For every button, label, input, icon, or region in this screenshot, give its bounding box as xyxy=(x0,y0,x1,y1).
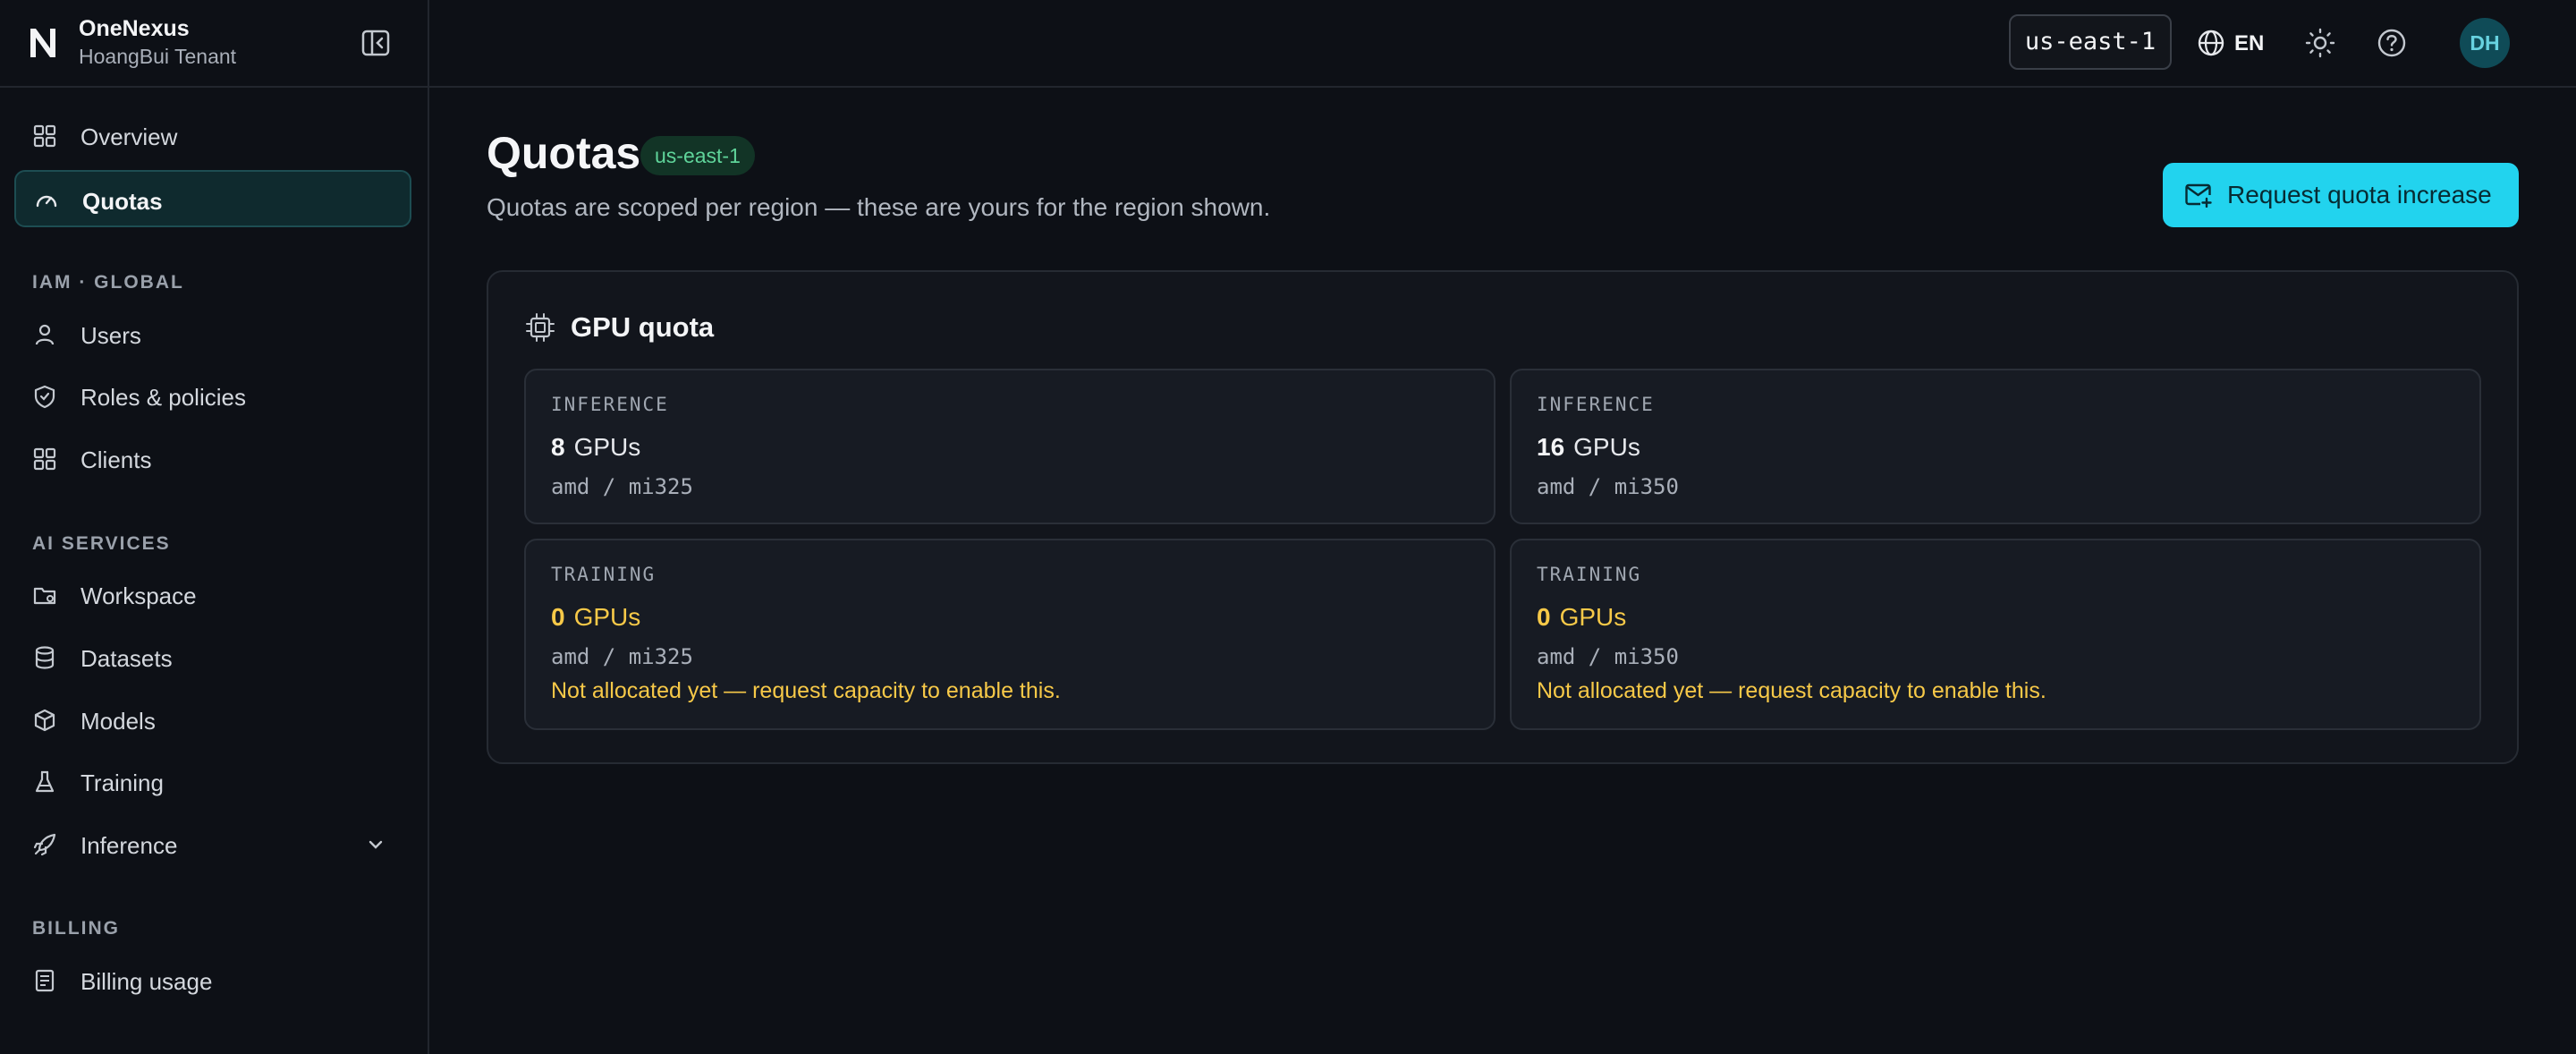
quota-kind: TRAINING xyxy=(551,564,657,585)
flask-icon xyxy=(35,770,55,793)
quota-model: amd / mi350 xyxy=(1537,644,1679,669)
sidebar-collapse-icon[interactable] xyxy=(360,27,392,59)
quota-count-unit: GPUs xyxy=(573,433,641,461)
gpu-quota-card: GPU quota INFERENCE 8 GPUs amd / mi325 IN… xyxy=(487,270,2519,764)
brand-logo-icon xyxy=(30,29,55,57)
sidebar-item-users[interactable]: Users xyxy=(14,306,411,363)
sidebar-item-overview[interactable]: Overview xyxy=(14,107,411,165)
quota-warning-note: Not allocated yet — request capacity to … xyxy=(1537,678,2046,703)
sidebar-item-label: Inference xyxy=(80,832,178,859)
quota-count-value: 16 xyxy=(1537,433,1565,461)
globe-icon xyxy=(2198,30,2224,56)
shield-icon xyxy=(34,385,55,409)
quota-count-unit: GPUs xyxy=(1573,433,1640,461)
sidebar-item-billing-usage[interactable]: Billing usage xyxy=(14,952,411,1009)
quota-count: 8 GPUs xyxy=(551,433,640,462)
tenant-name: HoangBui Tenant xyxy=(79,45,237,68)
sidebar-item-workspace[interactable]: Workspace xyxy=(14,566,411,624)
database-icon xyxy=(35,646,55,669)
quota-model: amd / mi350 xyxy=(1537,474,1679,499)
quota-model: amd / mi325 xyxy=(551,474,693,499)
brand-name: OneNexus xyxy=(79,16,190,41)
quota-inference-mi350: INFERENCE 16 GPUs amd / mi350 xyxy=(1510,369,2481,524)
quota-count: 16 GPUs xyxy=(1537,433,1640,462)
sidebar-item-label: Datasets xyxy=(80,645,173,672)
quota-count-unit: GPUs xyxy=(573,603,641,631)
sidebar-item-datasets[interactable]: Datasets xyxy=(14,629,411,686)
help-icon[interactable] xyxy=(2376,27,2408,59)
chip-icon xyxy=(526,313,555,342)
gauge-icon xyxy=(36,195,57,208)
sidebar-item-label: Quotas xyxy=(82,188,163,215)
avatar[interactable]: DH xyxy=(2460,18,2510,68)
quota-count-value: 0 xyxy=(1537,603,1551,631)
grid-icon xyxy=(33,124,56,148)
language-code: EN xyxy=(2234,31,2265,55)
sidebar: OneNexus HoangBui Tenant Overview Quotas… xyxy=(0,0,429,1054)
brand-header: OneNexus HoangBui Tenant xyxy=(0,0,428,88)
chevron-down-icon[interactable] xyxy=(365,834,386,855)
rocket-icon xyxy=(33,833,56,856)
region-selector[interactable]: us-east-1 xyxy=(2009,14,2172,70)
quota-kind: TRAINING xyxy=(1537,564,1642,585)
quota-warning-note: Not allocated yet — request capacity to … xyxy=(551,678,1061,703)
section-label-ai-services: AI SERVICES xyxy=(32,533,171,554)
sidebar-item-inference[interactable]: Inference xyxy=(14,816,411,873)
sidebar-item-roles-policies[interactable]: Roles & policies xyxy=(14,368,411,425)
quota-count-value: 0 xyxy=(551,603,565,631)
user-icon xyxy=(35,324,55,345)
sun-icon[interactable] xyxy=(2304,27,2336,59)
region-badge: us-east-1 xyxy=(640,136,755,175)
sidebar-item-label: Clients xyxy=(80,446,152,473)
sidebar-item-label: Users xyxy=(80,322,141,349)
receipt-icon xyxy=(35,969,55,992)
quota-kind: INFERENCE xyxy=(1537,394,1655,415)
quota-count: 0 GPUs xyxy=(551,603,640,632)
sidebar-item-label: Overview xyxy=(80,123,178,150)
quota-inference-mi325: INFERENCE 8 GPUs amd / mi325 xyxy=(524,369,1496,524)
sidebar-item-quotas[interactable]: Quotas xyxy=(14,170,411,227)
quota-model: amd / mi325 xyxy=(551,644,693,669)
section-label-iam: IAM · GLOBAL xyxy=(32,272,184,293)
quota-kind: INFERENCE xyxy=(551,394,669,415)
quota-training-mi325: TRAINING 0 GPUs amd / mi325 Not allocated… xyxy=(524,539,1496,730)
mail-plus-icon xyxy=(2185,183,2212,208)
sidebar-item-training[interactable]: Training xyxy=(14,753,411,811)
folder-icon xyxy=(33,587,56,605)
quota-training-mi350: TRAINING 0 GPUs amd / mi350 Not allocated… xyxy=(1510,539,2481,730)
quota-count: 0 GPUs xyxy=(1537,603,1626,632)
cube-icon xyxy=(34,709,55,732)
sidebar-item-label: Training xyxy=(80,769,164,796)
sidebar-item-label: Models xyxy=(80,708,156,735)
page-subtitle: Quotas are scoped per region — these are… xyxy=(487,193,1271,221)
page-title: Quotas xyxy=(487,128,641,178)
request-button-label: Request quota increase xyxy=(2227,181,2492,208)
quota-count-unit: GPUs xyxy=(1559,603,1627,631)
section-label-billing: BILLING xyxy=(32,918,120,939)
request-quota-increase-button[interactable]: Request quota increase xyxy=(2163,163,2519,227)
gpu-quota-title: GPU quota xyxy=(571,311,715,343)
sidebar-item-models[interactable]: Models xyxy=(14,692,411,749)
sidebar-item-clients[interactable]: Clients xyxy=(14,430,411,488)
quota-count-value: 8 xyxy=(551,433,565,461)
sidebar-item-label: Workspace xyxy=(80,582,197,609)
sidebar-item-label: Roles & policies xyxy=(80,384,246,411)
sidebar-item-label: Billing usage xyxy=(80,968,213,995)
topbar: us-east-1 EN DH xyxy=(429,0,2576,88)
grid-icon xyxy=(33,447,56,471)
